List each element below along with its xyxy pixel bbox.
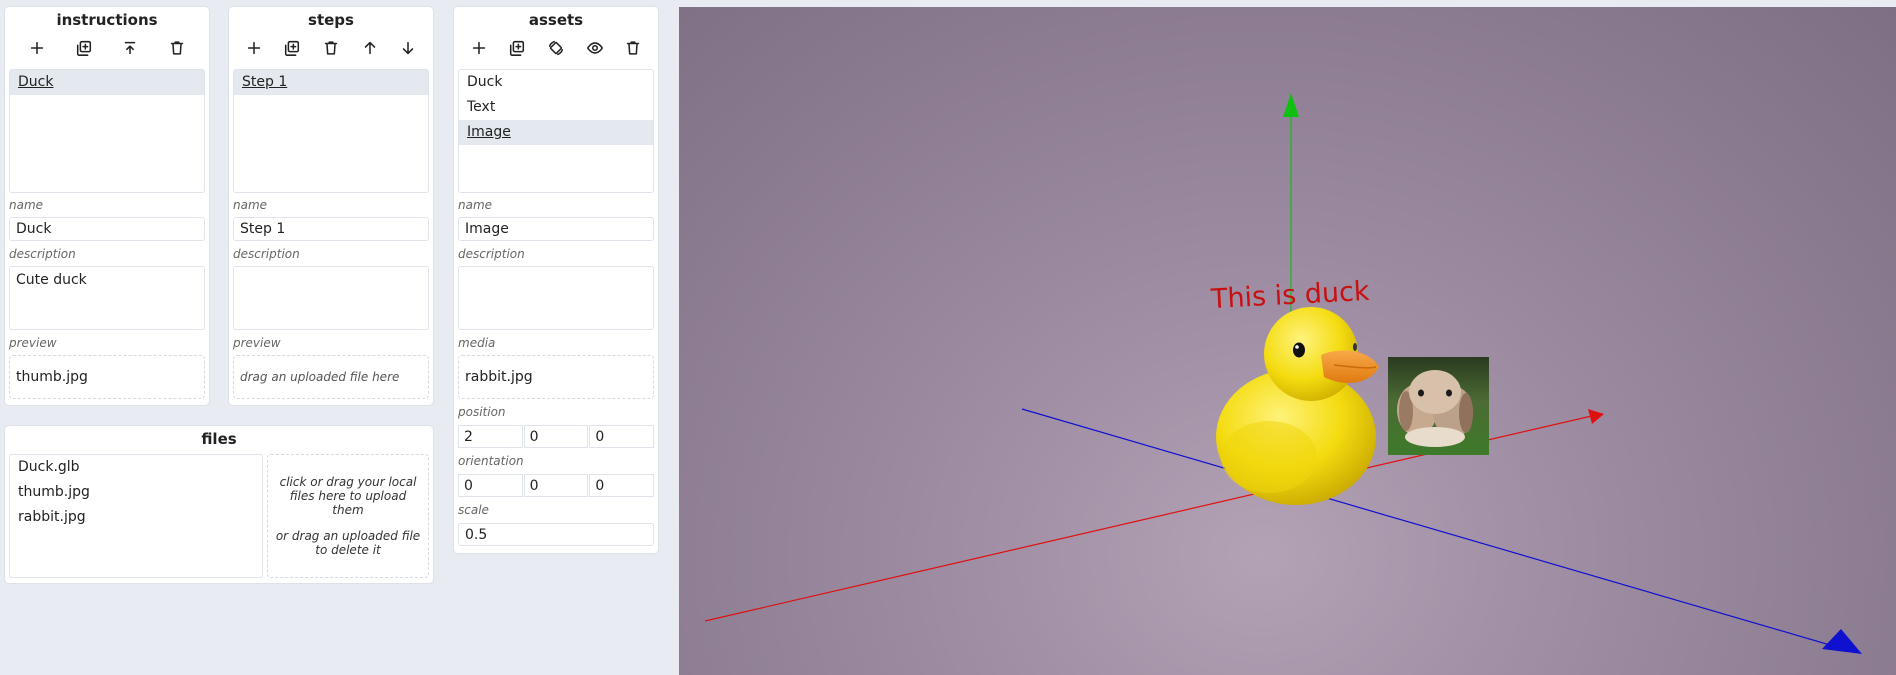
step-name-label: name: [233, 198, 268, 212]
assets-list: Duck Text Image: [458, 69, 654, 193]
delete-icon: [324, 41, 338, 55]
duck-model[interactable]: [1216, 307, 1379, 505]
instructions-list: Duck: [9, 69, 205, 193]
files-list: Duck.glb thumb.jpg rabbit.jpg: [9, 454, 263, 578]
file-upload-dropzone[interactable]: click or drag your local files here to u…: [267, 454, 429, 578]
asset-item-text[interactable]: Text: [459, 95, 653, 120]
instruction-preview-label: preview: [9, 336, 57, 350]
rabbit-image-asset[interactable]: [1388, 357, 1489, 455]
add-instruction-button[interactable]: [23, 34, 51, 62]
delete-hint: or drag an uploaded file to delete it: [275, 529, 421, 557]
files-panel: files Duck.glb thumb.jpg rabbit.jpg clic…: [5, 426, 433, 583]
rotate-icon: [548, 40, 564, 56]
duplicate-icon: [510, 40, 525, 56]
step-name-input[interactable]: Step 1: [233, 217, 429, 241]
orientation-z-input[interactable]: 0: [589, 474, 655, 497]
instruction-item-duck[interactable]: Duck: [10, 70, 204, 95]
instructions-title: instructions: [56, 11, 158, 29]
asset-position-label: position: [458, 405, 506, 419]
duplicate-icon: [76, 40, 91, 56]
duplicate-step-button[interactable]: [278, 34, 306, 62]
scene-text-label[interactable]: This is duck: [1209, 276, 1370, 315]
y-axis-arrow-icon: [1283, 93, 1299, 117]
file-item[interactable]: thumb.jpg: [10, 480, 262, 505]
asset-media-dropzone[interactable]: rabbit.jpg: [458, 355, 654, 399]
instruction-description-input[interactable]: Cute duck: [9, 266, 205, 330]
asset-description-label: description: [458, 247, 525, 261]
asset-item-duck[interactable]: Duck: [459, 70, 653, 95]
steps-panel: steps Step 1 name Step 1 description pre…: [229, 7, 433, 405]
delete-icon: [170, 41, 183, 55]
duplicate-icon: [285, 40, 300, 56]
add-icon: [31, 41, 44, 55]
step-preview-dropzone[interactable]: drag an uploaded file here: [233, 355, 429, 399]
upload-instruction-button[interactable]: [116, 34, 144, 62]
asset-item-image[interactable]: Image: [459, 120, 653, 145]
position-y-input[interactable]: 0: [523, 425, 589, 448]
steps-title: steps: [308, 11, 354, 29]
asset-name-input[interactable]: Image: [458, 217, 654, 241]
asset-description-input[interactable]: [458, 266, 654, 330]
asset-name-label: name: [458, 198, 493, 212]
file-item[interactable]: rabbit.jpg: [10, 505, 262, 530]
asset-orientation-label: orientation: [458, 454, 524, 468]
files-title: files: [201, 430, 237, 448]
asset-position-fields: 2 0 0: [458, 425, 655, 448]
3d-viewport[interactable]: This is duck: [679, 7, 1896, 675]
add-asset-button[interactable]: [465, 34, 493, 62]
x-axis-arrow-icon: [1588, 409, 1604, 424]
rotate-asset-button[interactable]: [542, 34, 570, 62]
instruction-name-input[interactable]: Duck: [9, 217, 205, 241]
add-icon: [247, 41, 260, 55]
orientation-x-input[interactable]: 0: [458, 474, 523, 497]
instruction-description-label: description: [9, 247, 76, 261]
toggle-visibility-button[interactable]: [581, 34, 609, 62]
orientation-y-input[interactable]: 0: [523, 474, 589, 497]
step-item-1[interactable]: Step 1: [234, 70, 428, 95]
steps-toolbar: [229, 31, 433, 65]
instructions-toolbar: [5, 31, 209, 65]
file-item[interactable]: Duck.glb: [10, 455, 262, 480]
steps-list: Step 1: [233, 69, 429, 193]
delete-step-button[interactable]: [317, 34, 345, 62]
move-step-up-button[interactable]: [356, 34, 384, 62]
delete-instruction-button[interactable]: [163, 34, 191, 62]
position-z-input[interactable]: 0: [589, 425, 655, 448]
upload-icon: [124, 41, 136, 55]
duplicate-asset-button[interactable]: [503, 34, 531, 62]
delete-asset-button[interactable]: [619, 34, 647, 62]
eye-icon: [586, 42, 603, 54]
asset-scale-input[interactable]: 0.5: [458, 523, 654, 546]
add-icon: [472, 41, 485, 55]
asset-orientation-fields: 0 0 0: [458, 474, 655, 497]
step-description-label: description: [233, 247, 300, 261]
assets-title: assets: [528, 11, 584, 29]
z-axis-arrow-icon: [1822, 629, 1862, 654]
step-description-input[interactable]: [233, 266, 429, 330]
asset-media-label: media: [458, 336, 496, 350]
instructions-panel: instructions Duck name Duck description …: [5, 7, 209, 405]
add-step-button[interactable]: [240, 34, 268, 62]
instruction-name-label: name: [9, 198, 44, 212]
move-step-down-button[interactable]: [394, 34, 422, 62]
assets-toolbar: [454, 31, 658, 65]
asset-scale-label: scale: [458, 503, 489, 517]
duplicate-instruction-button[interactable]: [70, 34, 98, 62]
instruction-preview-dropzone[interactable]: thumb.jpg: [9, 355, 205, 399]
step-preview-label: preview: [233, 336, 281, 350]
scene-canvas[interactable]: This is duck: [679, 7, 1896, 675]
position-x-input[interactable]: 2: [458, 425, 523, 448]
arrow-up-icon: [364, 41, 375, 55]
delete-icon: [627, 41, 640, 55]
upload-hint: click or drag your local files here to u…: [279, 475, 417, 517]
arrow-down-icon: [403, 41, 414, 55]
assets-panel: assets Duck Text Image name Image descri…: [454, 7, 658, 553]
